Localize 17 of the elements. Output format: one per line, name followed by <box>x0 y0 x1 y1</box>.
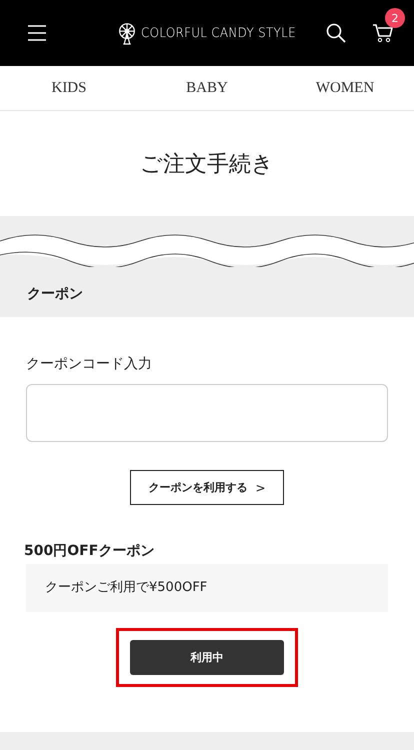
field-label: クーポンコード入力 <box>26 355 153 373</box>
menu-icon[interactable] <box>28 25 46 41</box>
nav-link[interactable]: KIDS <box>0 66 138 110</box>
page-title: ご注文手続き <box>139 150 275 178</box>
search-icon[interactable] <box>326 23 346 43</box>
nav-link[interactable]: WOMEN <box>276 66 414 110</box>
cart-icon[interactable] <box>372 23 394 43</box>
in-use-button[interactable]: 利用中 <box>130 640 284 675</box>
apply-coupon-button[interactable]: クーポンを利用する > <box>130 470 284 505</box>
coupon-code-field[interactable] <box>26 384 388 442</box>
logo-text[interactable]: COLORFUL CANDY STYLE <box>141 26 296 40</box>
section-title: クーポン <box>27 285 83 303</box>
coupon-name: 500円OFFクーポン <box>24 542 156 560</box>
nav-link[interactable]: BABY <box>138 66 276 110</box>
ferris-wheel-icon <box>116 21 138 45</box>
cart-count-badge: 2 <box>385 8 405 28</box>
coupon-description: クーポンご利用で¥500OFF <box>26 564 388 612</box>
